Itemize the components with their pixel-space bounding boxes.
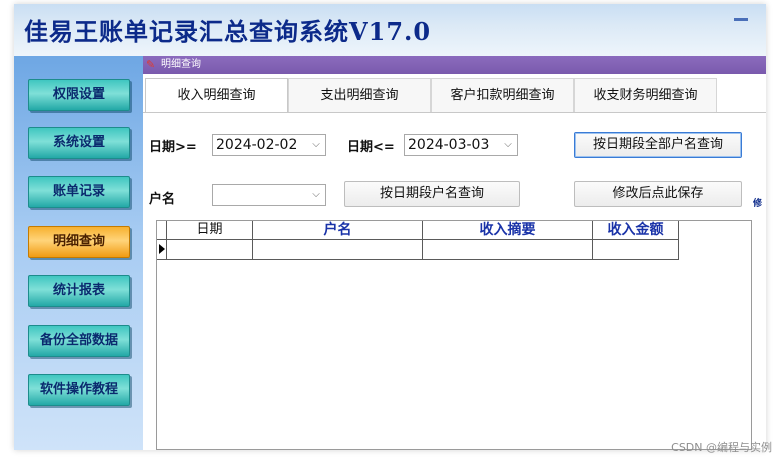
date-from-label: 日期>= bbox=[149, 140, 197, 155]
sidebar-item-system-settings[interactable]: 系统设置 bbox=[28, 127, 130, 159]
tab-expense-detail[interactable]: 支出明细查询 bbox=[288, 78, 431, 112]
sidebar-item-permissions[interactable]: 权限设置 bbox=[28, 79, 130, 111]
date-to-value: 2024-03-03 bbox=[408, 137, 490, 153]
tab-finance-detail[interactable]: 收支财务明细查询 bbox=[574, 78, 717, 112]
save-changes-button[interactable]: 修改后点此保存 bbox=[574, 181, 742, 207]
app-title: 佳易王账单记录汇总查询系统V17.0 bbox=[24, 17, 432, 46]
table-cell[interactable] bbox=[593, 240, 679, 260]
account-name-select[interactable]: ⌵ bbox=[212, 184, 326, 206]
tab-income-detail[interactable]: 收入明细查询 bbox=[145, 78, 288, 112]
query-by-account-button[interactable]: 按日期段户名查询 bbox=[344, 181, 520, 207]
panel-header: ✎ 明细查询 bbox=[143, 56, 766, 74]
tab-strip: 收入明细查询 支出明细查询 客户扣款明细查询 收支财务明细查询 bbox=[143, 74, 766, 114]
app-window: 佳易王账单记录汇总查询系统V17.0 权限设置 系统设置 账单记录 明细查询 统… bbox=[14, 4, 766, 450]
chevron-down-icon[interactable]: ⌵ bbox=[309, 187, 323, 203]
tab-underline bbox=[143, 112, 766, 113]
sidebar-item-statistics-report[interactable]: 统计报表 bbox=[28, 275, 130, 307]
date-to-label: 日期<= bbox=[347, 140, 395, 155]
sidebar: 权限设置 系统设置 账单记录 明细查询 统计报表 备份全部数据 软件操作教程 bbox=[14, 56, 143, 450]
chevron-down-icon[interactable]: ⌵ bbox=[501, 137, 515, 153]
truncated-label: 修 bbox=[753, 199, 763, 209]
column-header-income-amount[interactable]: 收入金额 bbox=[593, 221, 679, 240]
column-header-income-summary[interactable]: 收入摘要 bbox=[423, 221, 593, 240]
column-header-account[interactable]: 户名 bbox=[253, 221, 423, 240]
income-detail-grid[interactable]: 日期 户名 收入摘要 收入金额 bbox=[156, 220, 752, 450]
table-cell[interactable] bbox=[423, 240, 593, 260]
tab-customer-deduction-detail[interactable]: 客户扣款明细查询 bbox=[431, 78, 574, 112]
form-icon: ✎ bbox=[146, 58, 156, 71]
table-cell[interactable] bbox=[253, 240, 423, 260]
row-selector[interactable] bbox=[157, 240, 167, 260]
panel-title: 明细查询 bbox=[161, 59, 201, 70]
row-pointer-icon bbox=[159, 244, 165, 254]
date-from-picker[interactable]: 2024-02-02 ⌵ bbox=[212, 134, 326, 156]
sidebar-item-tutorial[interactable]: 软件操作教程 bbox=[28, 374, 130, 406]
title-bar: 佳易王账单记录汇总查询系统V17.0 bbox=[14, 4, 766, 56]
column-header-date[interactable]: 日期 bbox=[167, 221, 253, 240]
date-to-picker[interactable]: 2024-03-03 ⌵ bbox=[404, 134, 518, 156]
sidebar-item-backup-all-data[interactable]: 备份全部数据 bbox=[28, 325, 130, 357]
date-from-value: 2024-02-02 bbox=[216, 137, 298, 153]
watermark: CSDN @编程与实例 bbox=[671, 441, 772, 454]
sidebar-item-detail-query[interactable]: 明细查询 bbox=[28, 226, 130, 258]
minimize-icon[interactable] bbox=[734, 18, 748, 21]
sidebar-item-bill-records[interactable]: 账单记录 bbox=[28, 176, 130, 208]
query-all-accounts-button[interactable]: 按日期段全部户名查询 bbox=[574, 132, 742, 158]
account-name-label: 户名 bbox=[149, 192, 176, 207]
detail-query-panel: ✎ 明细查询 收入明细查询 支出明细查询 客户扣款明细查询 收支财务明细查询 日… bbox=[143, 56, 766, 450]
table-cell[interactable] bbox=[167, 240, 253, 260]
chevron-down-icon[interactable]: ⌵ bbox=[309, 137, 323, 153]
row-header-corner bbox=[157, 221, 167, 240]
